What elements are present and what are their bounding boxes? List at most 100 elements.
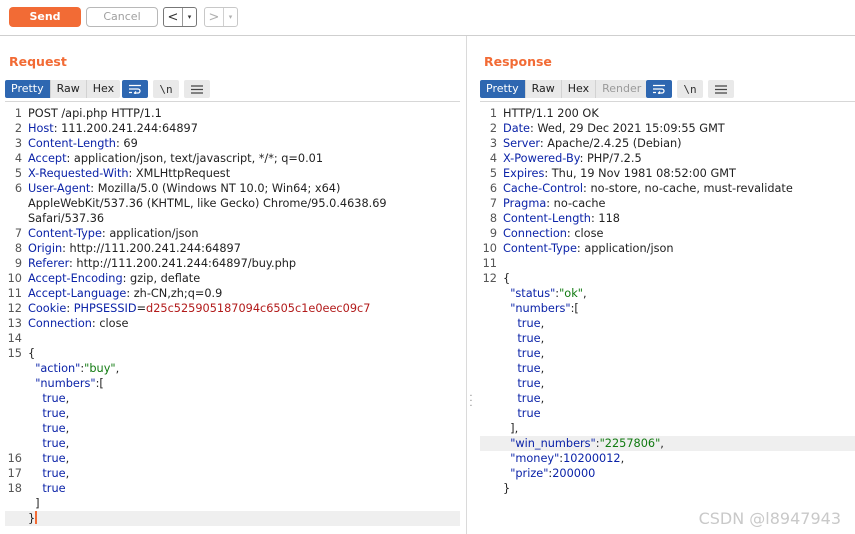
forward-arrow-icon[interactable]: > bbox=[205, 8, 223, 26]
code-line[interactable]: "prize":200000 bbox=[480, 466, 855, 481]
code-line[interactable]: AppleWebKit/537.36 (KHTML, like Gecko) C… bbox=[5, 196, 460, 211]
code-line[interactable]: "win_numbers":"2257806", bbox=[480, 436, 855, 451]
line-content: HTTP/1.1 200 OK bbox=[503, 106, 599, 121]
code-token: true bbox=[42, 437, 66, 450]
code-line[interactable]: 3 Content-Length: 69 bbox=[5, 136, 460, 151]
code-line[interactable]: 5 X-Requested-With: XMLHttpRequest bbox=[5, 166, 460, 181]
code-line[interactable]: true, bbox=[5, 421, 460, 436]
code-line[interactable]: 10 Content-Type: application/json bbox=[480, 241, 855, 256]
response-editor[interactable]: 1 HTTP/1.1 200 OK 2 Date: Wed, 29 Dec 2021 … bbox=[480, 101, 855, 534]
code-line[interactable]: 1 HTTP/1.1 200 OK bbox=[480, 106, 855, 121]
response-menu-icon[interactable] bbox=[708, 80, 734, 98]
code-line[interactable]: 8 Content-Length: 118 bbox=[480, 211, 855, 226]
code-line[interactable]: 6 User-Agent: Mozilla/5.0 (Windows NT 10.… bbox=[5, 181, 460, 196]
code-line[interactable]: 16 true, bbox=[5, 451, 460, 466]
request-menu-icon[interactable] bbox=[184, 80, 210, 98]
code-line[interactable]: true, bbox=[480, 331, 855, 346]
request-tab-raw[interactable]: Raw bbox=[50, 80, 87, 98]
code-line[interactable]: true bbox=[480, 406, 855, 421]
code-token: , bbox=[540, 362, 545, 375]
code-line[interactable]: "money":10200012, bbox=[480, 451, 855, 466]
code-line[interactable]: true, bbox=[480, 316, 855, 331]
splitter-handle-icon[interactable]: · · · bbox=[469, 392, 473, 412]
code-line[interactable]: true, bbox=[480, 376, 855, 391]
code-line[interactable]: 11 Accept-Language: zh-CN,zh;q=0.9 bbox=[5, 286, 460, 301]
request-tab-pretty[interactable]: Pretty bbox=[5, 80, 51, 98]
request-title: Request bbox=[9, 54, 67, 69]
code-token: : gzip, deflate bbox=[122, 272, 201, 285]
line-number: 3 bbox=[489, 137, 497, 150]
response-wrap-lines-icon[interactable] bbox=[646, 80, 672, 98]
code-line[interactable]: true, bbox=[5, 406, 460, 421]
code-line[interactable]: 9 Connection: close bbox=[480, 226, 855, 241]
back-arrow-icon[interactable]: < bbox=[164, 8, 182, 26]
code-line[interactable]: 9 Referer: http://111.200.241.244:64897/b… bbox=[5, 256, 460, 271]
cancel-button[interactable]: Cancel bbox=[86, 7, 158, 27]
code-line[interactable]: 8 Origin: http://111.200.241.244:64897 bbox=[5, 241, 460, 256]
code-token: :[ bbox=[570, 302, 579, 315]
code-line[interactable]: true, bbox=[480, 346, 855, 361]
code-line[interactable]: 5 Expires: Thu, 19 Nov 1981 08:52:00 GMT bbox=[480, 166, 855, 181]
code-line[interactable]: } bbox=[5, 511, 460, 526]
code-line[interactable]: ] bbox=[5, 496, 460, 511]
request-wrap-lines-icon[interactable] bbox=[122, 80, 148, 98]
code-line[interactable]: 3 Server: Apache/2.4.25 (Debian) bbox=[480, 136, 855, 151]
code-line[interactable]: true, bbox=[480, 391, 855, 406]
line-number: 9 bbox=[489, 227, 497, 240]
code-line[interactable]: 7 Pragma: no-cache bbox=[480, 196, 855, 211]
code-line[interactable]: true, bbox=[5, 391, 460, 406]
code-line[interactable]: } bbox=[480, 481, 855, 496]
response-tab-pretty[interactable]: Pretty bbox=[480, 80, 526, 98]
code-line[interactable]: 18 true bbox=[5, 481, 460, 496]
code-line[interactable]: 2 Host: 111.200.241.244:64897 bbox=[5, 121, 460, 136]
code-line[interactable]: "numbers":[ bbox=[5, 376, 460, 391]
line-content: Date: Wed, 29 Dec 2021 15:09:55 GMT bbox=[503, 121, 725, 136]
back-dropdown-icon[interactable]: ▾ bbox=[182, 8, 196, 26]
line-content: Origin: http://111.200.241.244:64897 bbox=[28, 241, 241, 256]
send-button[interactable]: Send bbox=[9, 7, 81, 27]
code-line[interactable]: Safari/537.36 bbox=[5, 211, 460, 226]
line-content: Content-Length: 118 bbox=[503, 211, 620, 226]
code-line[interactable]: 10 Accept-Encoding: gzip, deflate bbox=[5, 271, 460, 286]
request-newline-toggle-icon[interactable]: \n bbox=[153, 80, 179, 98]
code-line[interactable]: 15 { bbox=[5, 346, 460, 361]
code-token: true bbox=[42, 482, 66, 495]
code-token: : PHP/7.2.5 bbox=[579, 152, 642, 165]
code-token: : application/json bbox=[101, 227, 199, 240]
line-number: 12 bbox=[482, 272, 497, 285]
forward-dropdown-icon[interactable]: ▾ bbox=[223, 8, 237, 26]
request-tab-hex[interactable]: Hex bbox=[86, 80, 121, 98]
code-line[interactable]: 11 bbox=[480, 256, 855, 271]
code-line[interactable]: 12 Cookie: PHPSESSID=d25c525905187094c650… bbox=[5, 301, 460, 316]
line-content: Content-Type: application/json bbox=[28, 226, 199, 241]
code-line[interactable]: 7 Content-Type: application/json bbox=[5, 226, 460, 241]
response-tab-raw[interactable]: Raw bbox=[525, 80, 562, 98]
response-tab-hex[interactable]: Hex bbox=[561, 80, 597, 98]
code-line[interactable]: 14 bbox=[5, 331, 460, 346]
code-line[interactable]: 4 Accept: application/json, text/javascri… bbox=[5, 151, 460, 166]
code-line[interactable]: 1 POST /api.php HTTP/1.1 bbox=[5, 106, 460, 121]
code-line[interactable]: ], bbox=[480, 421, 855, 436]
code-line[interactable]: 17 true, bbox=[5, 466, 460, 481]
code-line[interactable]: 6 Cache-Control: no-store, no-cache, must… bbox=[480, 181, 855, 196]
response-tabs: Pretty Raw Hex Render bbox=[480, 80, 648, 98]
line-content: Cache-Control: no-store, no-cache, must-… bbox=[503, 181, 793, 196]
history-forward-group[interactable]: > ▾ bbox=[204, 7, 238, 27]
code-line[interactable]: 12 { bbox=[480, 271, 855, 286]
line-content: "numbers":[ bbox=[503, 301, 579, 316]
line-content: "money":10200012, bbox=[503, 451, 624, 466]
code-line[interactable]: "status":"ok", bbox=[480, 286, 855, 301]
code-line[interactable]: true, bbox=[5, 436, 460, 451]
request-editor[interactable]: 1 POST /api.php HTTP/1.1 2 Host: 111.200.24… bbox=[5, 101, 460, 534]
response-newline-toggle-icon[interactable]: \n bbox=[677, 80, 703, 98]
code-line[interactable]: "action":"buy", bbox=[5, 361, 460, 376]
code-line[interactable]: 13 Connection: close bbox=[5, 316, 460, 331]
code-line[interactable]: 2 Date: Wed, 29 Dec 2021 15:09:55 GMT bbox=[480, 121, 855, 136]
code-line[interactable]: 4 X-Powered-By: PHP/7.2.5 bbox=[480, 151, 855, 166]
code-line[interactable]: "numbers":[ bbox=[480, 301, 855, 316]
history-back-group[interactable]: < ▾ bbox=[163, 7, 197, 27]
panel-divider[interactable] bbox=[466, 36, 467, 534]
code-line[interactable]: true, bbox=[480, 361, 855, 376]
code-token: true bbox=[517, 317, 541, 330]
